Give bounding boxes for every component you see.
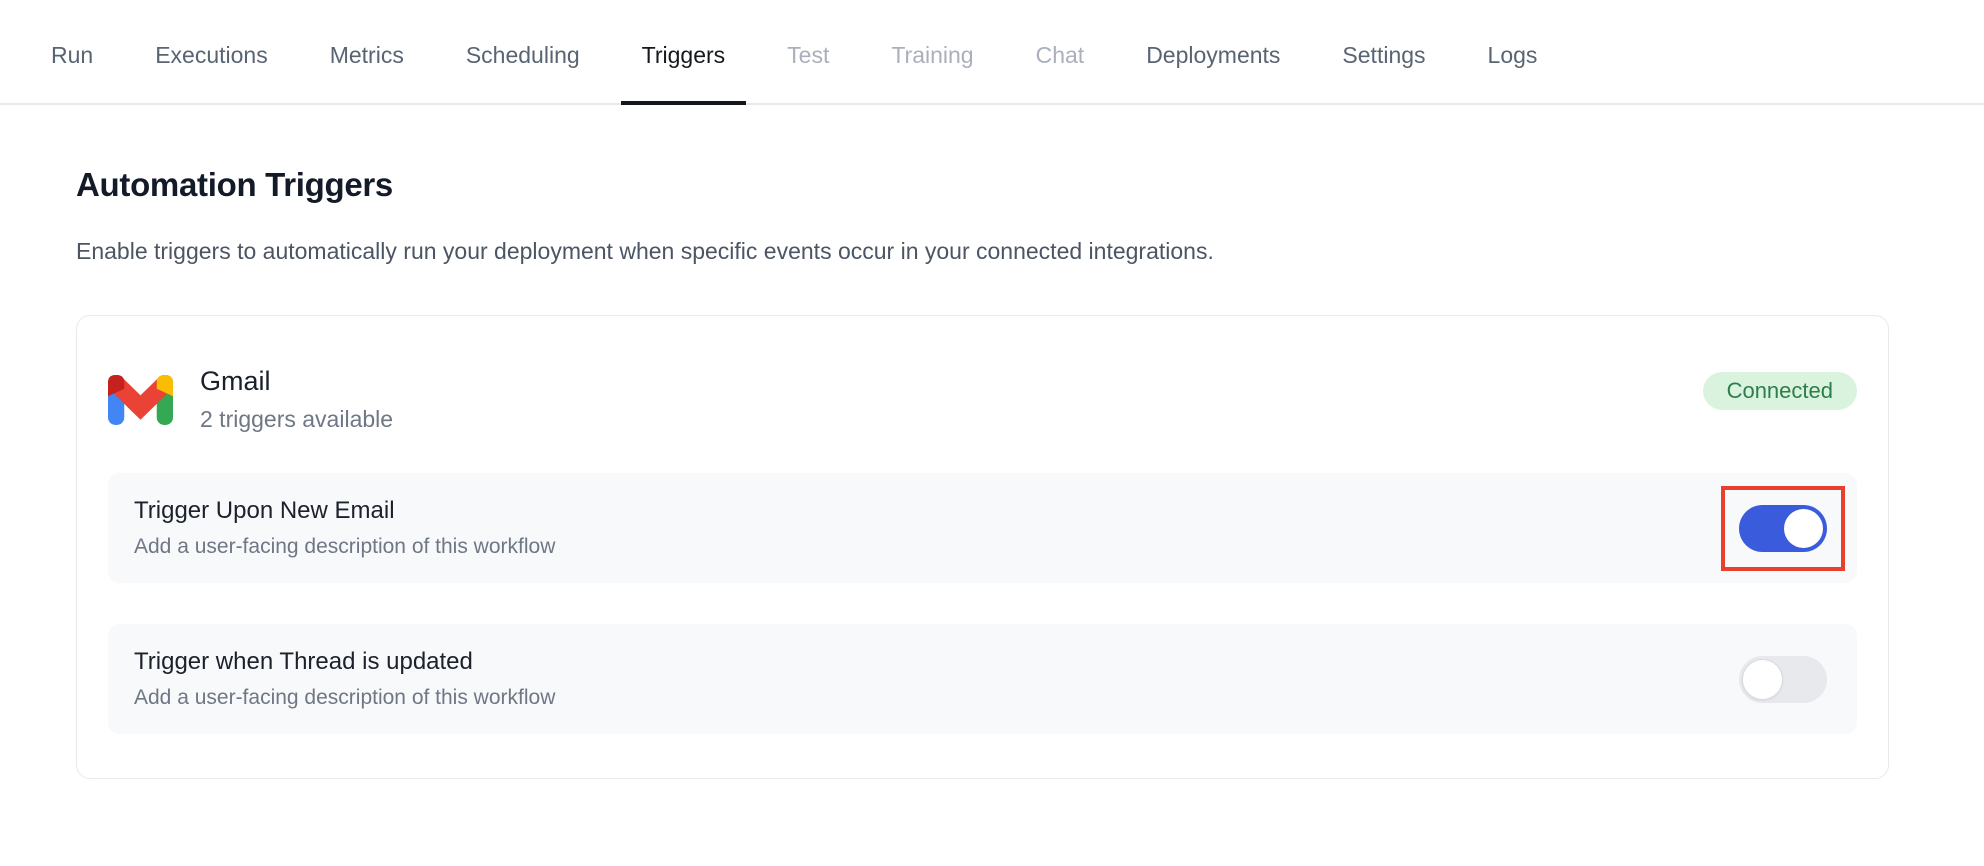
tab-label: Triggers xyxy=(642,42,726,68)
tab-label: Metrics xyxy=(330,42,404,68)
trigger-title: Trigger when Thread is updated xyxy=(134,648,555,676)
tab-label: Run xyxy=(51,42,93,68)
tab-label: Test xyxy=(787,42,829,68)
tab-executions[interactable]: Executions xyxy=(134,0,289,105)
integration-name: Gmail xyxy=(200,366,393,397)
gmail-icon xyxy=(108,375,173,425)
integration-card: Gmail 2 triggers available Connected Tri… xyxy=(76,315,1889,779)
annotation-highlight-box xyxy=(1721,486,1845,571)
annotation-highlight-box xyxy=(1721,637,1845,722)
integration-card-header: Gmail 2 triggers available Connected xyxy=(108,366,1857,433)
tab-label: Scheduling xyxy=(466,42,580,68)
trigger-row: Trigger when Thread is updated Add a use… xyxy=(108,624,1857,734)
trigger-text: Trigger when Thread is updated Add a use… xyxy=(134,648,555,710)
toggle-knob xyxy=(1784,509,1823,548)
integration-subtitle: 2 triggers available xyxy=(200,406,393,433)
trigger-row: Trigger Upon New Email Add a user-facing… xyxy=(108,473,1857,583)
tab-scheduling[interactable]: Scheduling xyxy=(445,0,601,105)
trigger-title: Trigger Upon New Email xyxy=(134,497,555,525)
trigger-list: Trigger Upon New Email Add a user-facing… xyxy=(108,473,1857,734)
tab-label: Settings xyxy=(1342,42,1425,68)
page-description: Enable triggers to automatically run you… xyxy=(76,238,1984,265)
tab-deployments[interactable]: Deployments xyxy=(1125,0,1301,105)
tab-label: Chat xyxy=(1036,42,1085,68)
trigger-toggle[interactable] xyxy=(1739,656,1827,703)
app-root: Run Executions Metrics Scheduling Trigge… xyxy=(0,0,1984,779)
tab-label: Executions xyxy=(155,42,268,68)
page-title: Automation Triggers xyxy=(76,166,1984,204)
trigger-toggle[interactable] xyxy=(1739,505,1827,552)
tab-training[interactable]: Training xyxy=(870,0,994,105)
main-content: Automation Triggers Enable triggers to a… xyxy=(0,105,1984,779)
trigger-text: Trigger Upon New Email Add a user-facing… xyxy=(134,497,555,559)
integration-identity: Gmail 2 triggers available xyxy=(108,366,393,433)
tab-label: Deployments xyxy=(1146,42,1280,68)
toggle-knob xyxy=(1743,660,1782,699)
tab-label: Training xyxy=(891,42,973,68)
tab-label: Logs xyxy=(1488,42,1538,68)
trigger-description: Add a user-facing description of this wo… xyxy=(134,535,555,559)
tab-triggers[interactable]: Triggers xyxy=(621,0,747,105)
tab-bar: Run Executions Metrics Scheduling Trigge… xyxy=(0,0,1984,105)
trigger-description: Add a user-facing description of this wo… xyxy=(134,686,555,710)
tab-chat[interactable]: Chat xyxy=(1015,0,1106,105)
tab-list: Run Executions Metrics Scheduling Trigge… xyxy=(30,0,1558,103)
tab-settings[interactable]: Settings xyxy=(1321,0,1446,105)
tab-test[interactable]: Test xyxy=(766,0,850,105)
tab-logs[interactable]: Logs xyxy=(1467,0,1559,105)
tab-metrics[interactable]: Metrics xyxy=(309,0,425,105)
tab-run[interactable]: Run xyxy=(30,0,114,105)
status-badge: Connected xyxy=(1703,372,1857,410)
integration-titles: Gmail 2 triggers available xyxy=(200,366,393,433)
